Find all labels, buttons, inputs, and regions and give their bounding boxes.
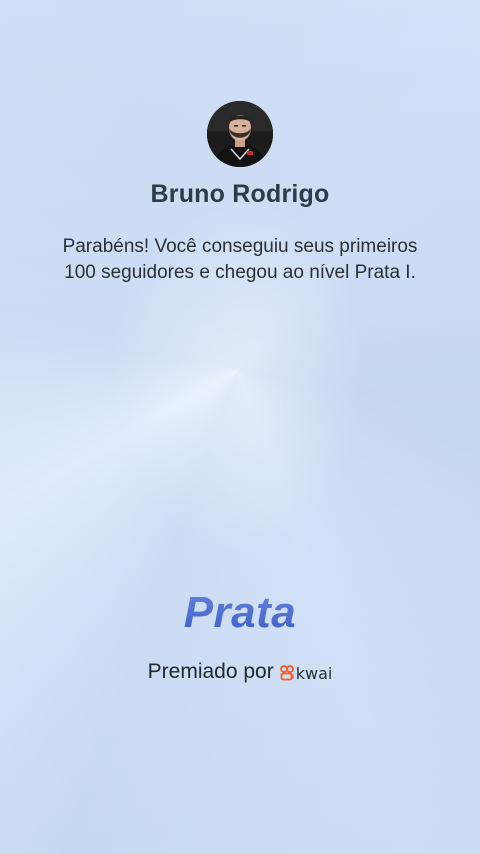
kwai-logo-wordmark: kwai [295,663,333,683]
awarded-by-label: Premiado por [147,660,274,683]
awarded-by-row: Premiado por kwai [0,660,480,684]
user-avatar-image [207,101,273,167]
avatar[interactable] [207,101,273,167]
kwai-logo[interactable]: kwai [279,663,333,683]
achievement-message: Parabéns! Você conseguiu seus primeiros … [62,236,418,283]
kwai-logo-icon [279,665,294,681]
badge-level-title: Prata [0,588,480,638]
profile-name: Bruno Rodrigo [150,180,330,208]
